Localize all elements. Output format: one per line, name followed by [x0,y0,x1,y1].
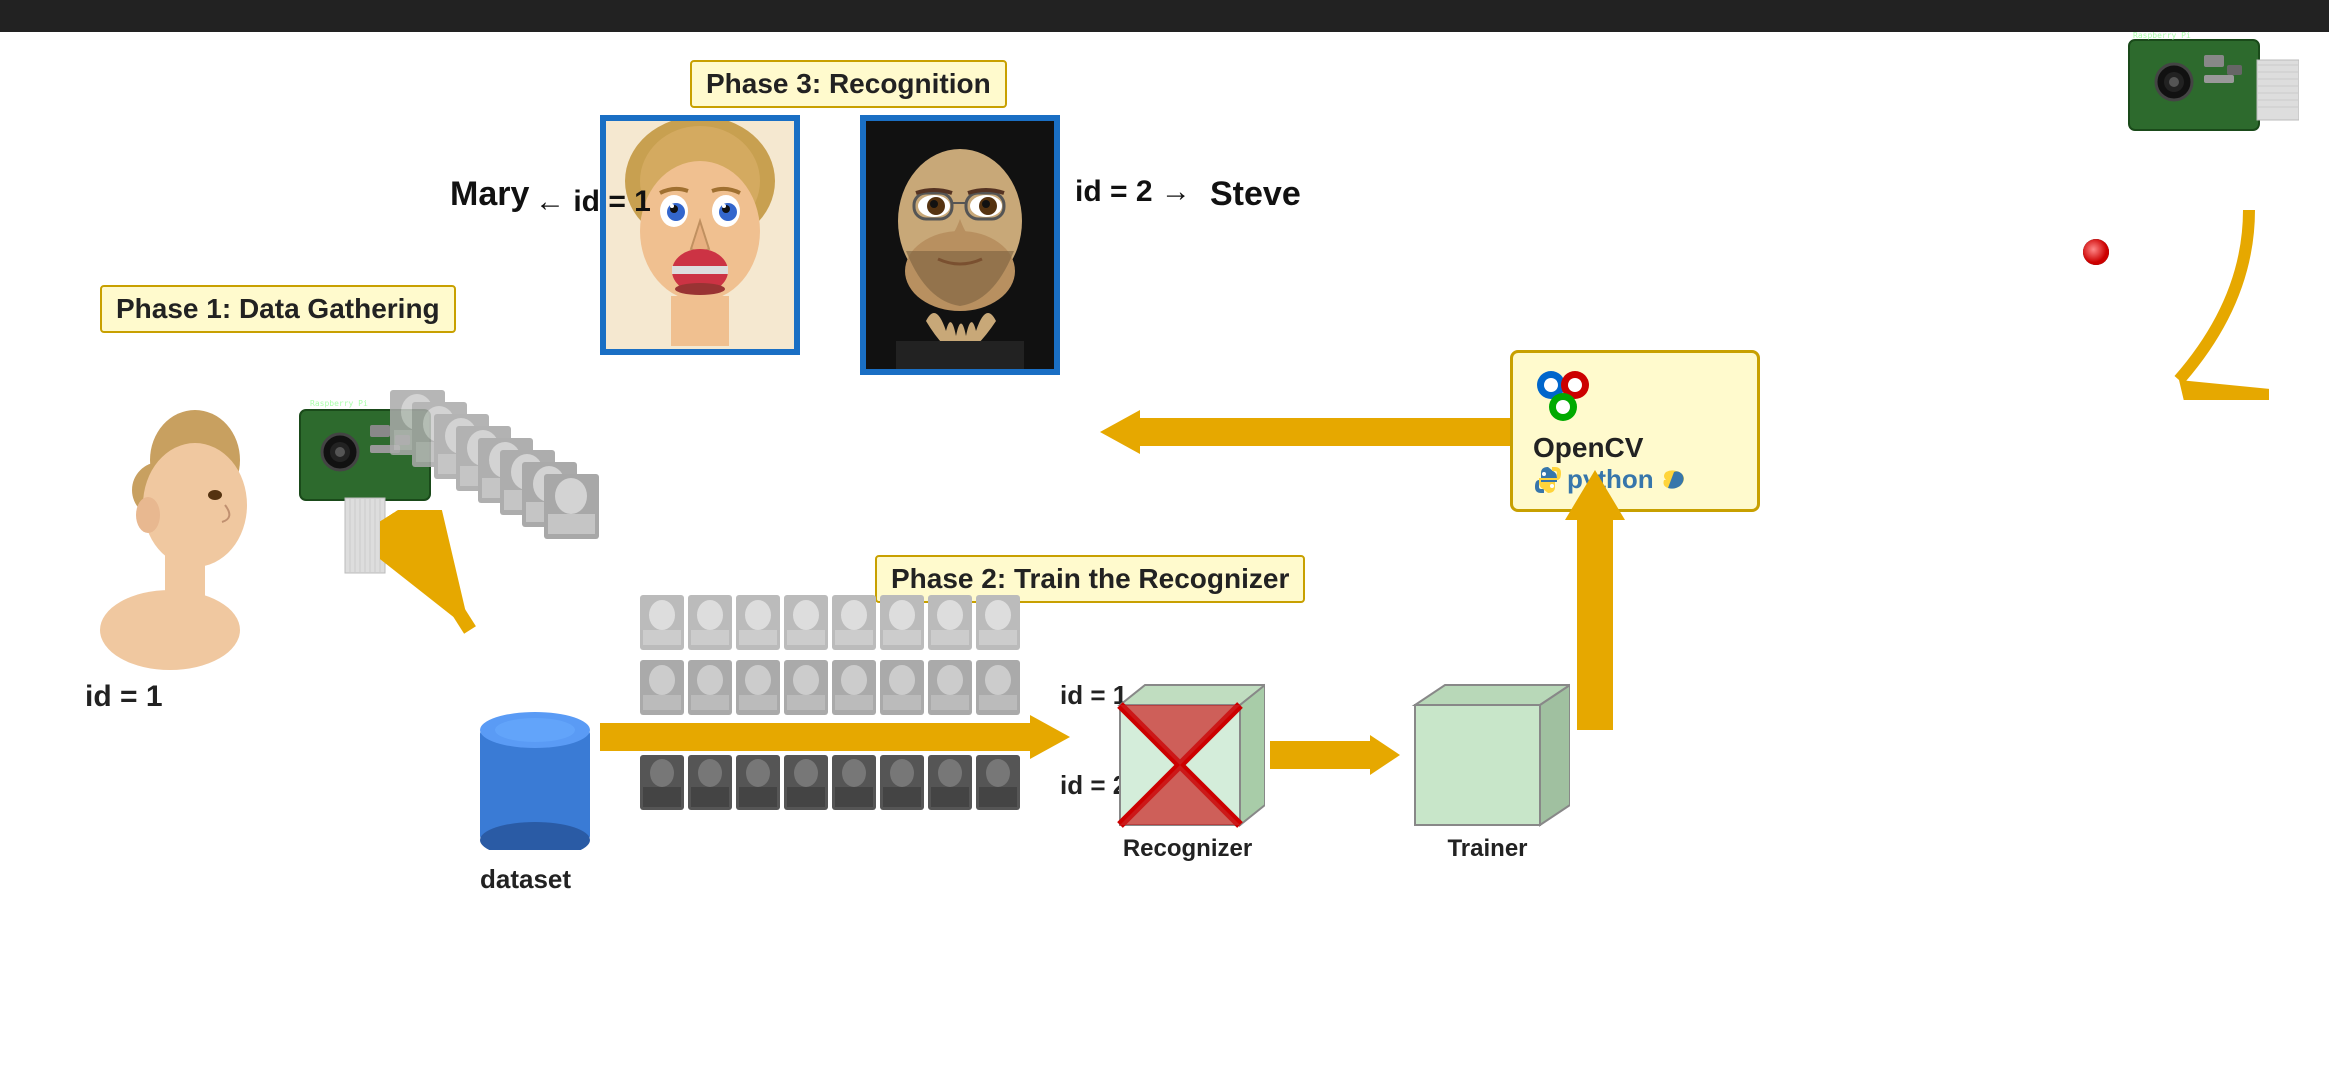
svg-text:Raspberry Pi: Raspberry Pi [310,399,368,408]
led-indicator [2079,235,2114,275]
rpi-to-opencv-curved-arrow [2149,200,2269,405]
steve-id-label: id = 2 → [1075,175,1191,209]
recognizer-to-trainer-arrow [1270,735,1400,780]
trainer-to-opencv-arrow [1565,470,1625,735]
opencv-to-recognition-arrow [1100,410,1510,460]
steve-face-phase3 [860,115,1060,375]
person-profile [40,360,260,685]
phase2-face-thumbnails-woman [640,595,1070,660]
dataset-cylinder: dataset [470,680,600,855]
top-bar [0,0,2329,32]
steve-label: Steve [1210,175,1301,214]
face-thumbnails-cascade [390,390,630,575]
dataset-label: dataset [480,864,571,895]
phase1-label: Phase 1: Data Gathering [100,285,456,333]
phase3-label: Phase 3: Recognition [690,60,1007,108]
svg-text:Raspberry Pi: Raspberry Pi [2133,31,2191,40]
mary-label: Mary [450,175,529,214]
mary-id-label: ← id = 1 [535,185,651,219]
recognizer-box: Recognizer [1110,680,1265,863]
woman-face-phase3 [600,115,800,355]
recognizer-label: Recognizer [1110,835,1265,863]
face-row-id2 [640,755,1040,830]
trainer-box: Trainer [1405,680,1570,863]
opencv-label: OpenCV [1533,432,1690,464]
person-id-label: id = 1 [85,680,163,714]
